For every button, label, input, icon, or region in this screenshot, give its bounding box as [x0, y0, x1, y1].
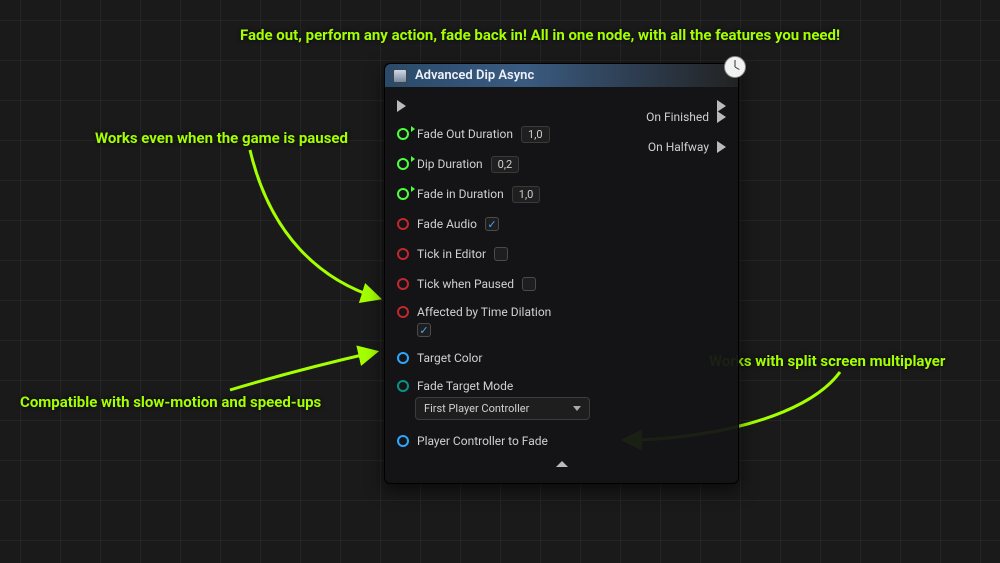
fade-out-duration-value[interactable]: 1,0 — [521, 126, 550, 143]
dip-duration-value[interactable]: 0,2 — [491, 156, 520, 173]
affected-by-time-dilation-checkbox[interactable]: ✓ — [417, 323, 431, 337]
fade-target-mode-select[interactable]: First Player Controller — [415, 397, 590, 420]
fade-target-mode-pin[interactable]: Fade Target Mode First Player Controller — [397, 379, 726, 420]
float-pin-icon — [397, 188, 409, 200]
pin-label: Player Controller to Fade — [417, 434, 548, 448]
fade-audio-checkbox[interactable]: ✓ — [485, 217, 499, 231]
pin-label: Tick in Editor — [417, 247, 486, 261]
chevron-up-icon — [556, 461, 568, 467]
bool-pin-icon — [397, 218, 409, 230]
enum-pin-icon — [397, 380, 409, 392]
pin-label: On Halfway — [648, 140, 709, 154]
tick-when-paused-checkbox[interactable] — [522, 277, 536, 291]
fade-target-mode-value: First Player Controller — [424, 402, 529, 415]
bool-pin-icon — [397, 248, 409, 260]
exec-in-pin[interactable] — [397, 97, 406, 115]
exec-out-icon — [717, 141, 726, 153]
pin-label: Target Color — [417, 351, 482, 365]
paused-annotation: Works even when the game is paused — [95, 129, 348, 147]
tick-when-paused-pin[interactable]: Tick when Paused — [397, 275, 726, 293]
pin-label: Fade Target Mode — [417, 379, 513, 393]
fade-audio-pin[interactable]: Fade Audio ✓ — [397, 215, 726, 233]
pin-label: Fade in Duration — [417, 187, 504, 201]
tick-in-editor-checkbox[interactable] — [494, 247, 508, 261]
on-finished-pin[interactable]: On Finished — [646, 108, 726, 126]
pin-label: Fade Out Duration — [417, 127, 513, 141]
chevron-down-icon — [573, 406, 581, 411]
pin-label: Fade Audio — [417, 217, 477, 231]
pin-label: Tick when Paused — [417, 277, 514, 291]
target-color-pin[interactable]: Target Color — [397, 349, 726, 367]
tagline-annotation: Fade out, perform any action, fade back … — [240, 26, 840, 44]
float-pin-icon — [397, 158, 409, 170]
affected-by-time-dilation-pin[interactable]: Affected by Time Dilation ✓ — [397, 305, 726, 337]
clock-icon — [724, 56, 746, 78]
object-pin-icon — [397, 435, 409, 447]
pin-label: Dip Duration — [417, 157, 483, 171]
bool-pin-icon — [397, 278, 409, 290]
player-controller-to-fade-pin[interactable]: Player Controller to Fade — [397, 432, 726, 450]
on-halfway-pin[interactable]: On Halfway — [646, 138, 726, 156]
dip-duration-pin[interactable]: Dip Duration 0,2 — [397, 155, 726, 173]
bool-pin-icon — [397, 306, 409, 318]
expand-chevron[interactable] — [397, 450, 726, 477]
node-title: Advanced Dip Async — [415, 68, 534, 83]
tick-in-editor-pin[interactable]: Tick in Editor — [397, 245, 726, 263]
exec-out-icon — [717, 111, 726, 123]
splitscreen-annotation: Works with split screen multiplayer — [709, 352, 945, 370]
fade-in-duration-pin[interactable]: Fade in Duration 1,0 — [397, 185, 726, 203]
node-header[interactable]: Advanced Dip Async — [385, 64, 738, 87]
color-pin-icon — [397, 352, 409, 364]
pin-label: On Finished — [646, 110, 709, 124]
node-body: Fade Out Duration 1,0 Dip Duration 0,2 F… — [385, 87, 738, 483]
blueprint-node[interactable]: Advanced Dip Async Fade Out Duration 1,0… — [384, 63, 739, 484]
pin-label: Affected by Time Dilation — [417, 305, 551, 319]
timedilation-annotation: Compatible with slow-motion and speed-up… — [20, 393, 321, 411]
node-icon — [393, 69, 407, 83]
fade-in-duration-value[interactable]: 1,0 — [512, 186, 541, 203]
float-pin-icon — [397, 128, 409, 140]
